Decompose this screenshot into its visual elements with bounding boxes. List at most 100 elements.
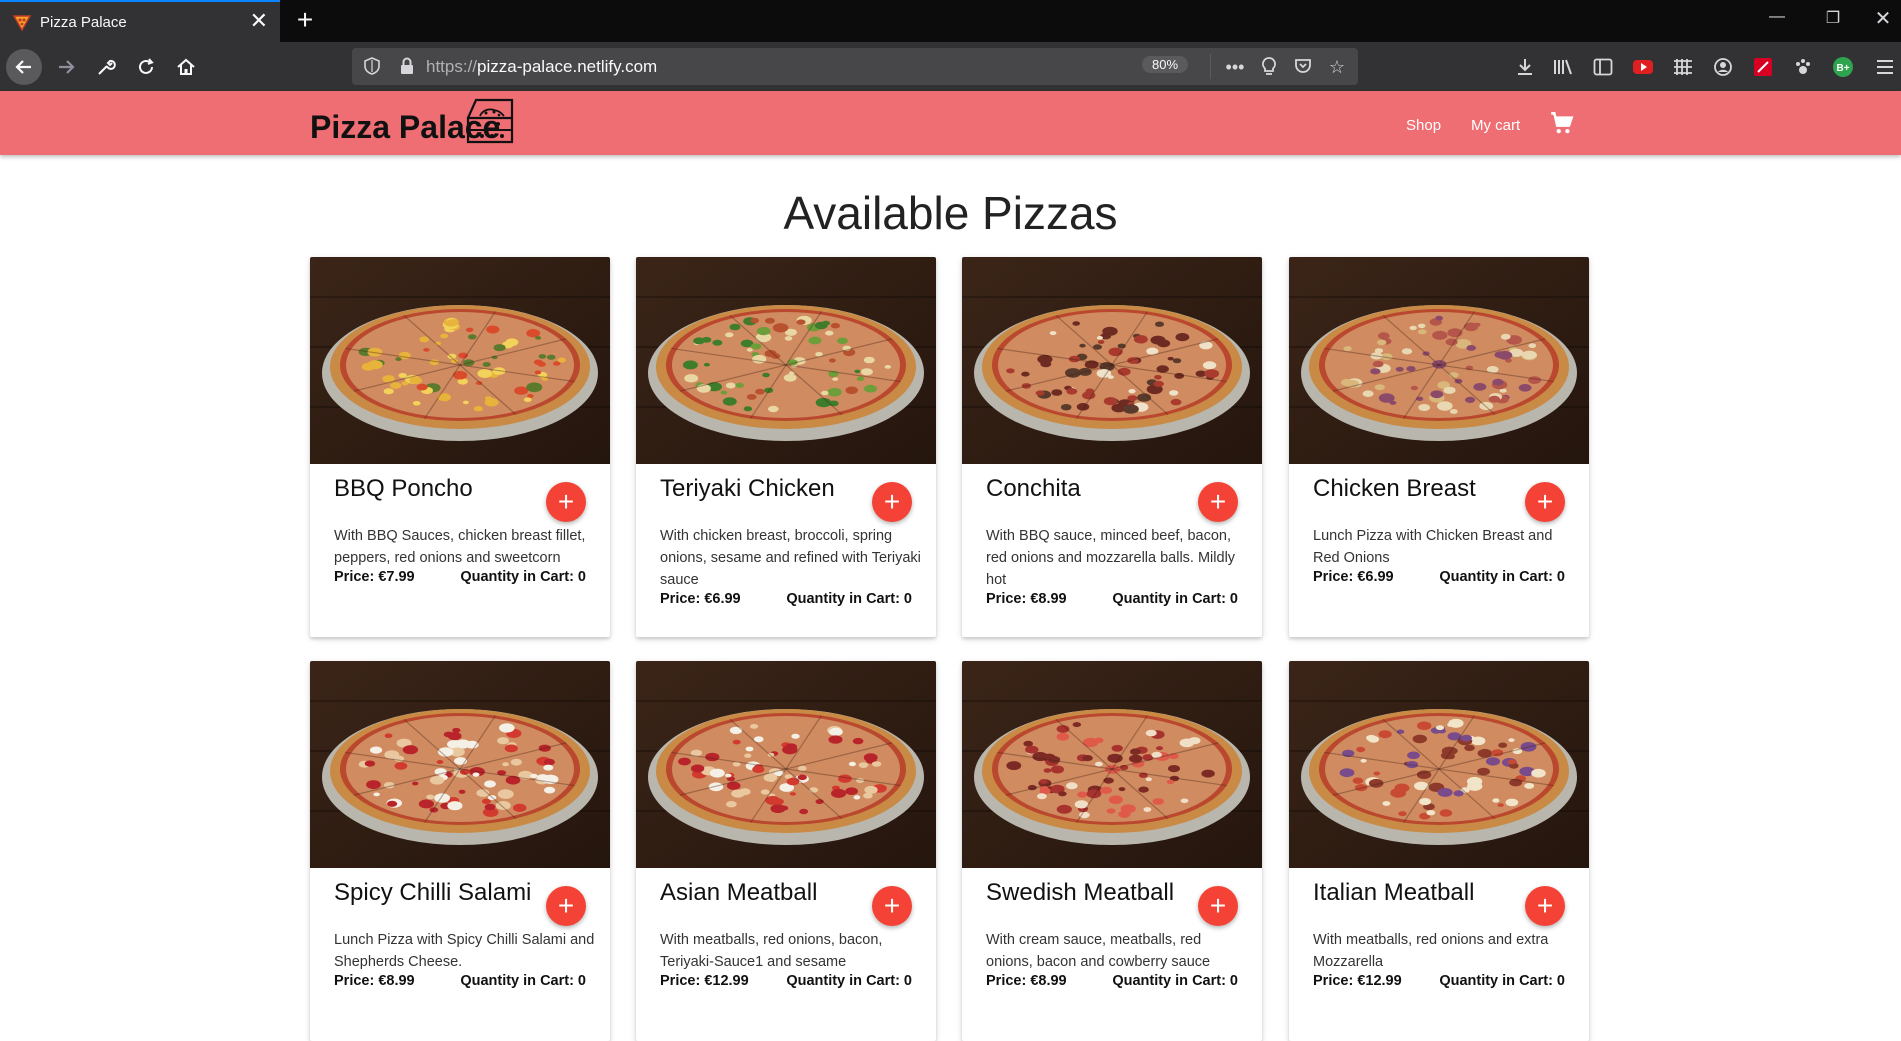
pizza-card: Teriyaki Chicken + With chicken breast, …: [636, 257, 936, 637]
pizza-card: BBQ Poncho + With BBQ Sauces, chicken br…: [310, 257, 610, 637]
pizza-name: BBQ Poncho: [334, 475, 473, 502]
pizza-image: [1289, 257, 1589, 464]
pizza-card: Italian Meatball + With meatballs, red o…: [1289, 661, 1589, 1041]
pocket-icon[interactable]: [1292, 56, 1314, 78]
pizza-quantity: Quantity in Cart: 0: [460, 973, 586, 989]
pizza-quantity: Quantity in Cart: 0: [1439, 569, 1565, 585]
home-icon: [177, 58, 195, 75]
url-host: pizza-palace.netlify.com: [477, 57, 658, 76]
grid-extension-icon[interactable]: [1670, 54, 1696, 80]
pizza-photo: [1289, 661, 1589, 868]
pizza-name: Spicy Chilli Salami: [334, 879, 532, 906]
lightbulb-icon[interactable]: [1258, 56, 1280, 78]
pizza-description: Lunch Pizza with Chicken Breast and Red …: [1313, 528, 1553, 566]
add-to-cart-button[interactable]: +: [872, 482, 912, 522]
pizza-photo: [636, 257, 936, 464]
green-extension-icon[interactable]: B+: [1830, 54, 1856, 80]
zoom-level-badge[interactable]: 80%: [1142, 56, 1189, 73]
pizza-price: Price: €12.99: [1313, 973, 1402, 989]
pizza-meta-row: Price: €12.99 Quantity in Cart: 0: [660, 973, 912, 989]
pizza-image: [962, 257, 1262, 464]
pizza-name: Swedish Meatball: [986, 879, 1175, 906]
pizza-photo: [1289, 257, 1589, 464]
address-bar[interactable]: https://pizza-palace.netlify.com 80% •••…: [352, 48, 1358, 85]
add-to-cart-button[interactable]: +: [872, 886, 912, 926]
nav-link-my-cart[interactable]: My cart: [1471, 117, 1520, 134]
svg-text:B+: B+: [1836, 63, 1849, 74]
pizza-quantity: Quantity in Cart: 0: [1439, 973, 1565, 989]
url-scheme: https://: [426, 57, 478, 76]
minimize-window-icon[interactable]: —: [1762, 8, 1792, 26]
downloads-icon[interactable]: [1512, 54, 1538, 80]
pizza-image: [962, 661, 1262, 868]
video-extension-icon[interactable]: [1630, 54, 1656, 80]
close-tab-icon[interactable]: ✕: [250, 10, 268, 32]
app-header: Pizza Palace Shop My cart: [0, 91, 1901, 155]
pizza-photo: [962, 257, 1262, 464]
pizza-description: With chicken breast, broccoli, spring on…: [660, 528, 921, 588]
pizza-description: With meatballs, red onions and extra Moz…: [1313, 932, 1549, 970]
customize-button[interactable]: [88, 49, 124, 85]
add-to-cart-button[interactable]: +: [1525, 886, 1565, 926]
paw-extension-icon[interactable]: [1790, 54, 1816, 80]
pizza-image: [310, 661, 610, 868]
arrow-right-icon: [59, 60, 75, 74]
pizza-name: Teriyaki Chicken: [660, 475, 835, 502]
url-text[interactable]: https://pizza-palace.netlify.com: [426, 57, 657, 77]
tracking-shield-icon[interactable]: [362, 56, 382, 76]
pizza-photo: [310, 661, 610, 868]
home-button[interactable]: [168, 49, 204, 85]
pizza-description: With BBQ Sauces, chicken breast fillet, …: [334, 528, 586, 566]
add-to-cart-button[interactable]: +: [1525, 482, 1565, 522]
reload-icon: [139, 58, 154, 74]
pizza-photo: [636, 661, 936, 868]
add-to-cart-button[interactable]: +: [546, 886, 586, 926]
pizza-quantity: Quantity in Cart: 0: [1112, 973, 1238, 989]
pizza-meta-row: Price: €8.99 Quantity in Cart: 0: [986, 973, 1238, 989]
pizza-price: Price: €8.99: [986, 973, 1067, 989]
browser-tab-strip: Pizza Palace ✕ + — ❐ ✕: [0, 0, 1901, 42]
restore-window-icon[interactable]: ❐: [1818, 8, 1848, 28]
back-button[interactable]: [6, 49, 42, 85]
pizza-card: Conchita + With BBQ sauce, minced beef, …: [962, 257, 1262, 637]
page-actions-icon[interactable]: •••: [1224, 56, 1246, 78]
page-title: Available Pizzas: [783, 187, 1118, 239]
menu-icon[interactable]: [1872, 54, 1898, 80]
close-window-icon[interactable]: ✕: [1868, 6, 1898, 31]
pizza-card: Asian Meatball + With meatballs, red oni…: [636, 661, 936, 1041]
sidebar-icon[interactable]: [1590, 54, 1616, 80]
pizza-quantity: Quantity in Cart: 0: [1112, 591, 1238, 607]
pizza-description: With meatballs, red onions, bacon, Teriy…: [660, 932, 883, 970]
tab-title: Pizza Palace: [40, 14, 127, 31]
shopping-cart-icon[interactable]: [1549, 110, 1575, 136]
add-to-cart-button[interactable]: +: [1198, 886, 1238, 926]
pizza-price: Price: €6.99: [660, 591, 741, 607]
pizza-card: Swedish Meatball + With cream sauce, mea…: [962, 661, 1262, 1041]
add-to-cart-button[interactable]: +: [1198, 482, 1238, 522]
reload-button[interactable]: [128, 49, 164, 85]
forward-button[interactable]: [48, 49, 84, 85]
pizza-image: [636, 257, 936, 464]
add-to-cart-button[interactable]: +: [546, 482, 586, 522]
pizza-photo: [310, 257, 610, 464]
nav-link-shop[interactable]: Shop: [1406, 117, 1441, 134]
pizza-quantity: Quantity in Cart: 0: [786, 973, 912, 989]
lock-icon[interactable]: [398, 56, 416, 76]
pizza-name: Italian Meatball: [1313, 879, 1475, 906]
browser-tab[interactable]: Pizza Palace ✕: [0, 0, 280, 42]
pizza-quantity: Quantity in Cart: 0: [786, 591, 912, 607]
pizza-meta-row: Price: €6.99 Quantity in Cart: 0: [660, 591, 912, 607]
account-icon[interactable]: [1710, 54, 1736, 80]
library-icon[interactable]: [1550, 54, 1576, 80]
pizza-image: [310, 257, 610, 464]
new-tab-icon[interactable]: +: [290, 6, 320, 34]
pizza-card: Spicy Chilli Salami + Lunch Pizza with S…: [310, 661, 610, 1041]
pizza-quantity: Quantity in Cart: 0: [460, 569, 586, 585]
pizza-meta-row: Price: €7.99 Quantity in Cart: 0: [334, 569, 586, 585]
pizza-price: Price: €12.99: [660, 973, 749, 989]
red-extension-icon[interactable]: [1750, 54, 1776, 80]
bookmark-star-icon[interactable]: ☆: [1326, 56, 1348, 78]
pizza-description: With cream sauce, meatballs, red onions,…: [986, 932, 1211, 970]
pizza-name: Chicken Breast: [1313, 475, 1476, 502]
pizza-image: [1289, 661, 1589, 868]
